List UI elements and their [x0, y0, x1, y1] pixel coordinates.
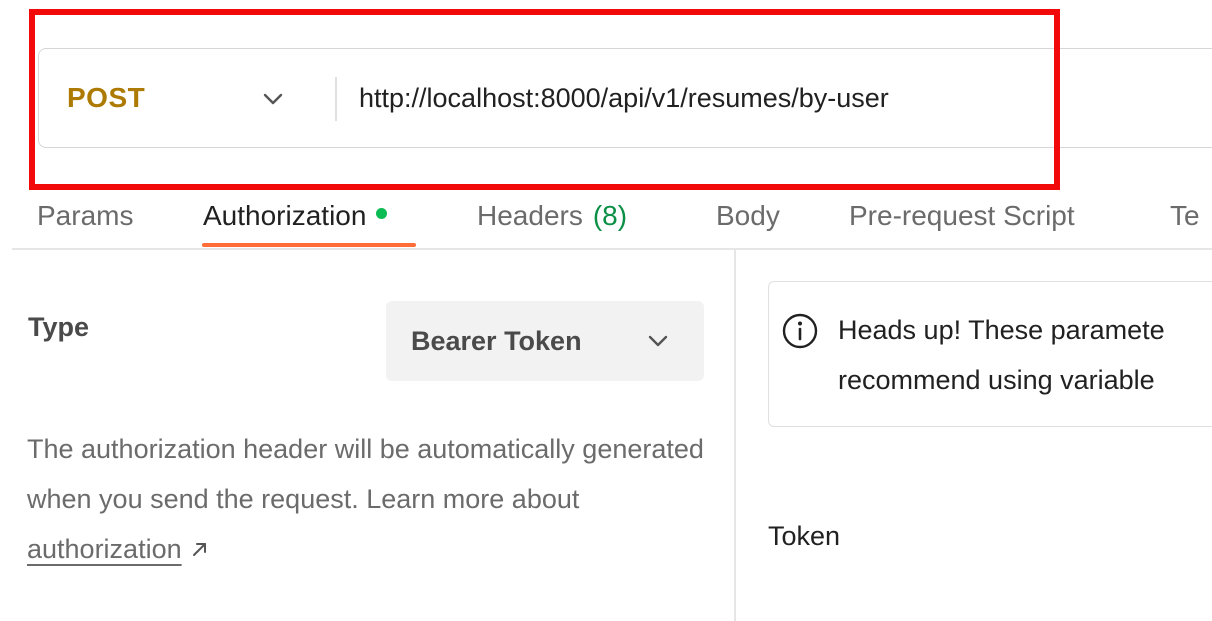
active-tab-indicator [202, 243, 416, 247]
notice-text-line-1: Heads up! These paramete [838, 315, 1165, 345]
tab-label: Body [716, 200, 780, 231]
tab-pre-request-script[interactable]: Pre-request Script [849, 186, 1075, 246]
info-icon [782, 313, 818, 349]
auth-type-label: Type [28, 312, 90, 342]
tab-label: Authorization [203, 200, 367, 231]
tab-label: Headers [477, 200, 583, 231]
auth-type-value: Bearer Token [411, 325, 582, 356]
tab-label: Params [37, 200, 134, 231]
tab-headers[interactable]: Headers (8) [477, 186, 627, 246]
heads-up-notice: Heads up! These paramete recommend using… [768, 281, 1212, 427]
auth-description-text: The authorization header will be automat… [27, 434, 704, 514]
tab-tests[interactable]: Te [1170, 186, 1200, 246]
arrow-up-right-icon[interactable] [190, 539, 210, 559]
url-value: http://localhost:8000/api/v1/resumes/by-… [359, 82, 889, 113]
auth-type-select[interactable]: Bearer Token [386, 301, 704, 381]
url-input[interactable]: http://localhost:8000/api/v1/resumes/by-… [359, 49, 889, 147]
request-tabs: Params Authorization Headers (8) Body Pr… [0, 186, 1212, 250]
tab-authorization[interactable]: Authorization [203, 186, 388, 246]
method-label: POST [67, 82, 146, 113]
token-label: Token [768, 521, 841, 551]
headers-count-badge: (8) [592, 200, 628, 231]
tab-label: Te [1170, 200, 1200, 231]
chevron-down-icon [648, 335, 668, 347]
method-select[interactable]: POST [67, 49, 145, 147]
panel-divider[interactable] [734, 250, 736, 621]
auth-description: The authorization header will be automat… [27, 424, 717, 574]
authorization-link[interactable]: authorization [27, 534, 182, 564]
tab-label: Pre-request Script [849, 200, 1075, 231]
tab-body[interactable]: Body [716, 186, 780, 246]
tab-params[interactable]: Params [37, 186, 133, 246]
notice-text-line-2: recommend using variable [838, 365, 1155, 395]
status-dot [376, 207, 388, 219]
chevron-down-icon[interactable] [259, 85, 287, 113]
url-divider [335, 77, 337, 121]
request-url-bar: POST http://localhost:8000/api/v1/resume… [38, 48, 1212, 148]
